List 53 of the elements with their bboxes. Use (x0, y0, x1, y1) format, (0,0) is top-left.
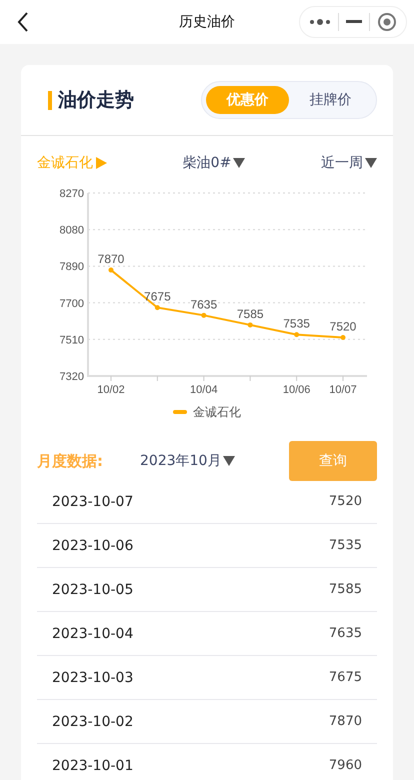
data-label: 7520 (330, 319, 356, 334)
y-axis-label: 8080 (60, 224, 84, 237)
legend-line (173, 410, 187, 414)
price-cell: 7960 (328, 758, 362, 774)
minimize-icon[interactable] (346, 20, 362, 24)
page-title: 历史油价 (179, 13, 235, 31)
date-cell: 2023-10-06 (52, 538, 134, 554)
x-axis-label: 10/02 (97, 384, 125, 396)
x-axis-label: 10/04 (190, 384, 218, 396)
price-cell: 7520 (328, 494, 362, 510)
price-cell: 7870 (328, 714, 362, 730)
month-label: 月度数据: (37, 452, 104, 470)
price-tab[interactable]: 挂牌价 (289, 86, 372, 114)
data-label: 7535 (283, 316, 310, 331)
data-point (340, 334, 346, 340)
month-dropdown[interactable]: 2023年10月 (140, 452, 236, 470)
date-cell: 2023-10-04 (52, 626, 134, 642)
back-icon[interactable] (17, 12, 29, 32)
date-cell: 2023-10-07 (52, 494, 134, 510)
price-cell: 7635 (328, 626, 362, 642)
data-point (201, 312, 206, 318)
y-axis-label: 7510 (60, 334, 84, 346)
date-cell: 2023-10-03 (52, 670, 134, 686)
data-point (108, 268, 114, 273)
data-label: 7870 (98, 252, 124, 266)
date-cell: 2023-10-01 (52, 758, 134, 774)
y-axis-label: 7320 (60, 371, 84, 383)
dropdown-icon (233, 157, 246, 169)
data-point (294, 332, 300, 338)
y-axis-label: 7700 (60, 298, 84, 310)
accent-bar (48, 90, 52, 110)
data-point (154, 305, 160, 310)
date-cell: 2023-10-02 (52, 714, 134, 730)
data-label: 7675 (144, 290, 171, 304)
dropdown-icon (364, 157, 377, 169)
section-title: 油价走势 (58, 88, 134, 113)
data-point (248, 322, 253, 328)
y-axis-label: 7890 (60, 261, 84, 274)
data-label: 7635 (190, 297, 218, 312)
data-label: 7585 (236, 306, 264, 321)
y-axis-label: 8270 (60, 188, 84, 200)
date-cell: 2023-10-05 (52, 582, 134, 598)
more-icon[interactable] (309, 18, 332, 26)
filter-dropdown[interactable]: 近一周 (320, 154, 377, 172)
price-cell: 7675 (328, 670, 362, 686)
filter-dropdown[interactable]: 柴油0# (182, 154, 246, 172)
price-cell: 7585 (328, 582, 362, 598)
price-cell: 7535 (328, 538, 362, 554)
x-axis-label: 10/06 (282, 384, 310, 396)
x-axis-label: 10/07 (329, 384, 357, 396)
play-icon (95, 157, 107, 169)
dropdown-icon (223, 455, 236, 467)
legend-label: 金诚石化 (193, 404, 241, 420)
